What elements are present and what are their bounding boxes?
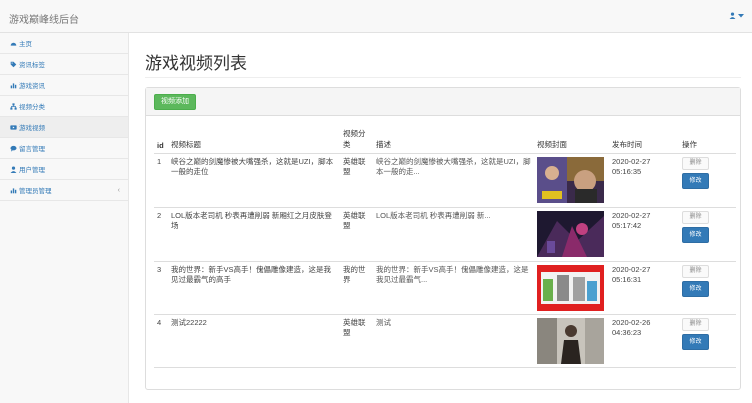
sidebar-item-label: 留言管理 [19, 146, 45, 153]
cell-title: 测试22222 [168, 314, 340, 368]
column-header-cover: 视频封面 [534, 126, 609, 154]
sidebar-item-users[interactable]: 用户管理 [0, 159, 128, 180]
table-row: 2 LOL版本老司机 秒表再遭削弱 新厢红之月皮肤登场 英雄联盟 LOL版本老司… [154, 207, 736, 262]
page-title: 游戏视频列表 [145, 54, 247, 73]
cell-category: 英雄联盟 [340, 153, 373, 208]
video-cover-image [537, 264, 604, 311]
chevron-left-icon: ‹ [117, 186, 120, 194]
sidebar-item-game-videos[interactable]: 游戏视频 [0, 117, 128, 138]
delete-button[interactable]: 删除 [682, 317, 709, 331]
sidebar-item-label: 视频分类 [19, 104, 45, 111]
bar-chart-icon [9, 187, 17, 194]
sidebar-item-home[interactable]: 主页 [0, 33, 128, 54]
cell-category: 英雄联盟 [340, 207, 373, 262]
video-list-panel: 视频添加 id 视频标题 视频分类 描述 视频封面 发布时间 操作 1 峡谷之巅… [145, 87, 741, 390]
cell-id: 3 [154, 261, 168, 315]
table-row: 1 峡谷之巅的剑魔惨被大嘴强杀，这就是UZI，脚本一般的走位 英雄联盟 峡谷之巅… [154, 153, 736, 208]
panel-heading: 视频添加 [146, 88, 740, 116]
cell-cover [534, 153, 609, 208]
sidebar-item-label: 游戏视频 [19, 125, 45, 132]
column-header-description: 描述 [373, 126, 534, 154]
column-header-id: id [154, 126, 168, 154]
delete-button[interactable]: 删除 [682, 264, 709, 278]
cell-actions: 删除 修改 [679, 153, 736, 208]
sidebar: 主页 资讯标签 游戏资讯 视频分类 游戏视频 留言管理 用户管理 管理员管理 ‹ [0, 33, 129, 403]
user-menu[interactable] [729, 12, 744, 19]
table-row: 4 测试22222 英雄联盟 测试 2020-02-26 04:36:23 删除… [154, 314, 736, 368]
cell-cover [534, 261, 609, 315]
edit-button[interactable]: 修改 [682, 226, 709, 243]
divider [145, 77, 741, 78]
delete-button[interactable]: 删除 [682, 156, 709, 170]
cell-category: 我的世界 [340, 261, 373, 315]
sidebar-item-admins[interactable]: 管理员管理 ‹ [0, 180, 128, 201]
cell-id: 1 [154, 153, 168, 208]
column-header-actions: 操作 [679, 126, 736, 154]
table-header-row: id 视频标题 视频分类 描述 视频封面 发布时间 操作 [154, 126, 736, 154]
cell-id: 2 [154, 207, 168, 262]
cell-actions: 删除 修改 [679, 207, 736, 262]
sidebar-item-label: 管理员管理 [19, 188, 52, 195]
cell-description: 我的世界：新手VS高手！傀儡雕像建造，这是我见过最霸气... [373, 261, 534, 315]
video-cover-image [537, 210, 604, 257]
cell-publish-time: 2020-02-27 05:16:31 [609, 261, 679, 315]
cell-publish-time: 2020-02-27 05:16:35 [609, 153, 679, 208]
cell-category: 英雄联盟 [340, 314, 373, 368]
user-icon [729, 12, 736, 19]
delete-button[interactable]: 删除 [682, 210, 709, 224]
table-row: 3 我的世界：新手VS高手！傀儡雕像建造，这是我见过最霸气的高手 我的世界 我的… [154, 261, 736, 315]
cell-description: 峡谷之巅的剑魔惨被大嘴强杀，这就是UZI，脚本一般的走... [373, 153, 534, 208]
bar-chart-icon [9, 82, 17, 89]
user-icon [9, 165, 17, 173]
sidebar-item-news-tags[interactable]: 资讯标签 [0, 54, 128, 75]
cell-title: 我的世界：新手VS高手！傀儡雕像建造，这是我见过最霸气的高手 [168, 261, 340, 315]
cell-publish-time: 2020-02-26 04:36:23 [609, 314, 679, 368]
sitemap-icon [9, 102, 17, 110]
cell-cover [534, 207, 609, 262]
cell-actions: 删除 修改 [679, 314, 736, 368]
column-header-category: 视频分类 [340, 126, 373, 154]
column-header-title: 视频标题 [168, 126, 340, 154]
cell-title: 峡谷之巅的剑魔惨被大嘴强杀，这就是UZI，脚本一般的走位 [168, 153, 340, 208]
main-content: 游戏视频列表 视频添加 id 视频标题 视频分类 描述 视频封面 发布时间 操作… [129, 33, 752, 403]
cell-cover [534, 314, 609, 368]
edit-button[interactable]: 修改 [682, 333, 709, 350]
sidebar-item-label: 资讯标签 [19, 62, 45, 69]
video-icon [9, 124, 17, 131]
app-brand[interactable]: 游戏巅峰线后台 [9, 11, 79, 26]
comments-icon [9, 145, 17, 152]
sidebar-item-game-news[interactable]: 游戏资讯 [0, 75, 128, 96]
dashboard-icon [9, 40, 17, 47]
sidebar-item-label: 游戏资讯 [19, 83, 45, 90]
cell-publish-time: 2020-02-27 05:17:42 [609, 207, 679, 262]
sidebar-item-label: 主页 [19, 41, 32, 48]
tag-icon [9, 61, 17, 68]
top-navbar: 游戏巅峰线后台 [0, 0, 752, 33]
cell-title: LOL版本老司机 秒表再遭削弱 新厢红之月皮肤登场 [168, 207, 340, 262]
sidebar-item-label: 用户管理 [19, 167, 45, 174]
caret-down-icon [738, 14, 744, 18]
cell-id: 4 [154, 314, 168, 368]
add-video-button[interactable]: 视频添加 [154, 94, 196, 110]
column-header-publish-time: 发布时间 [609, 126, 679, 154]
edit-button[interactable]: 修改 [682, 280, 709, 297]
sidebar-item-messages[interactable]: 留言管理 [0, 138, 128, 159]
cell-description: 测试 [373, 314, 534, 368]
video-table: id 视频标题 视频分类 描述 视频封面 发布时间 操作 1 峡谷之巅的剑魔惨被… [154, 126, 736, 368]
cell-description: LOL版本老司机 秒表再遭削弱 新... [373, 207, 534, 262]
video-cover-image [537, 317, 604, 364]
sidebar-item-video-categories[interactable]: 视频分类 [0, 96, 128, 117]
edit-button[interactable]: 修改 [682, 172, 709, 189]
cell-actions: 删除 修改 [679, 261, 736, 315]
video-cover-image [537, 156, 604, 203]
